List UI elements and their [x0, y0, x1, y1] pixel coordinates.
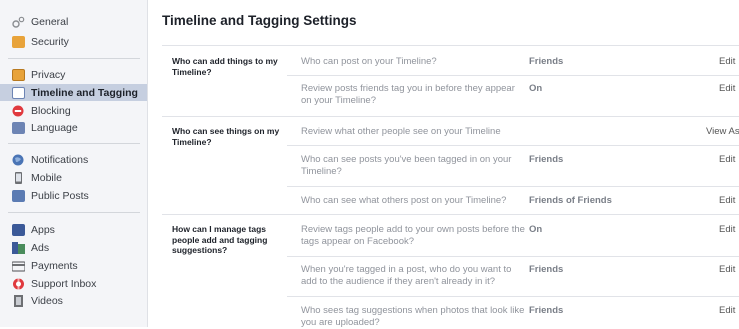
edit-button[interactable]: Edit	[719, 305, 739, 316]
setting-question: Who sees tag suggestions when photos tha…	[301, 305, 525, 328]
sidebar-item-apps[interactable]: Apps	[0, 221, 147, 238]
sidebar-item-label: Language	[31, 121, 78, 134]
sidebar-item-label: Timeline and Tagging	[31, 86, 138, 99]
sidebar-item-label: Payments	[31, 259, 78, 272]
edit-button[interactable]: Edit	[719, 264, 739, 275]
sidebar-item-label: Mobile	[31, 171, 62, 184]
row-divider	[287, 296, 739, 297]
setting-question: Who can see posts you've been tagged in …	[301, 154, 512, 177]
sidebar-item-label: General	[31, 15, 69, 28]
sidebar-item-label: Public Posts	[31, 189, 89, 202]
edit-button[interactable]: Edit	[719, 224, 739, 235]
section-divider	[162, 45, 739, 46]
edit-button[interactable]: Edit	[719, 83, 739, 94]
view-as-button[interactable]: View As	[706, 126, 739, 137]
section-label: Who can add things to my Timeline?	[172, 56, 278, 77]
sidebar-divider	[8, 143, 140, 144]
sidebar-divider	[8, 212, 140, 213]
setting-value: Friends of Friends	[529, 195, 612, 206]
support-lifebuoy-icon	[12, 278, 25, 290]
setting-question: Review posts friends tag you in before t…	[301, 83, 515, 106]
sidebar-item-label: Security	[31, 35, 69, 48]
section-divider	[162, 116, 739, 117]
sidebar-divider	[8, 58, 140, 59]
payments-card-icon	[11, 260, 26, 272]
section-label: How can I manage tags people add and tag…	[172, 224, 268, 255]
setting-value: On	[529, 83, 543, 94]
setting-value: Friends	[529, 305, 564, 316]
privacy-lock-icon	[12, 68, 25, 81]
sidebar-item-timeline-and-tagging[interactable]: Timeline and Tagging	[0, 84, 147, 101]
setting-value: Friends	[529, 154, 564, 165]
sidebar-item-security[interactable]: Security	[0, 33, 147, 50]
sidebar-item-label: Videos	[31, 294, 63, 307]
sidebar-item-language[interactable]: Language	[0, 119, 147, 136]
setting-value: On	[529, 224, 543, 235]
sidebar-item-blocking[interactable]: Blocking	[0, 102, 147, 119]
sidebar-item-label: Apps	[31, 223, 55, 236]
sidebar-item-label: Support Inbox	[31, 277, 97, 290]
sidebar-item-mobile[interactable]: Mobile	[0, 169, 147, 186]
setting-question: Who can post on your Timeline?	[301, 56, 437, 67]
sidebar-item-label: Notifications	[31, 153, 89, 166]
setting-question: When you're tagged in a post, who do you…	[301, 264, 512, 287]
setting-question: Review tags people add to your own posts…	[301, 224, 525, 247]
sidebar-item-videos[interactable]: Videos	[0, 292, 147, 309]
sidebar-item-payments[interactable]: Payments	[0, 257, 147, 274]
setting-value: Friends	[529, 56, 564, 67]
edit-button[interactable]: Edit	[719, 154, 739, 165]
section-label: Who can see things on my Timeline?	[172, 126, 280, 147]
ads-icon	[12, 241, 25, 254]
mobile-phone-icon	[12, 171, 25, 184]
sidebar-item-ads[interactable]: Ads	[0, 239, 147, 256]
sidebar-item-label: Privacy	[31, 68, 66, 81]
setting-value: Friends	[529, 264, 564, 275]
apps-icon	[12, 223, 25, 236]
row-divider	[287, 145, 739, 146]
page-title: Timeline and Tagging Settings	[162, 13, 357, 28]
sidebar-item-privacy[interactable]: Privacy	[0, 66, 147, 83]
sidebar-item-general[interactable]: General	[0, 13, 147, 30]
language-icon	[12, 121, 25, 134]
public-posts-icon	[12, 189, 25, 202]
setting-question: Who can see what others post on your Tim…	[301, 195, 507, 206]
sidebar-item-label: Ads	[31, 241, 50, 254]
row-divider	[287, 75, 739, 76]
sidebar-item-support-inbox[interactable]: Support Inbox	[0, 275, 147, 292]
sidebar-item-notifications[interactable]: Notifications	[0, 151, 147, 168]
videos-film-icon	[12, 294, 25, 307]
notifications-globe-icon	[12, 154, 25, 166]
blocking-icon	[12, 105, 25, 117]
sidebar-item-label: Blocking	[31, 104, 71, 117]
row-divider	[287, 256, 739, 257]
section-divider	[162, 214, 739, 215]
row-divider	[287, 186, 739, 187]
general-gear-icon	[12, 16, 25, 28]
edit-button[interactable]: Edit	[719, 195, 739, 206]
security-badge-icon	[12, 35, 25, 48]
timeline-icon	[12, 86, 25, 99]
sidebar-item-public-posts[interactable]: Public Posts	[0, 187, 147, 204]
settings-content: Timeline and Tagging Settings Who can ad…	[148, 0, 739, 328]
settings-sidebar: General Security Privacy Timeline and Ta…	[0, 0, 148, 327]
edit-button[interactable]: Edit	[719, 56, 739, 67]
setting-question: Review what other people see on your Tim…	[301, 126, 501, 137]
